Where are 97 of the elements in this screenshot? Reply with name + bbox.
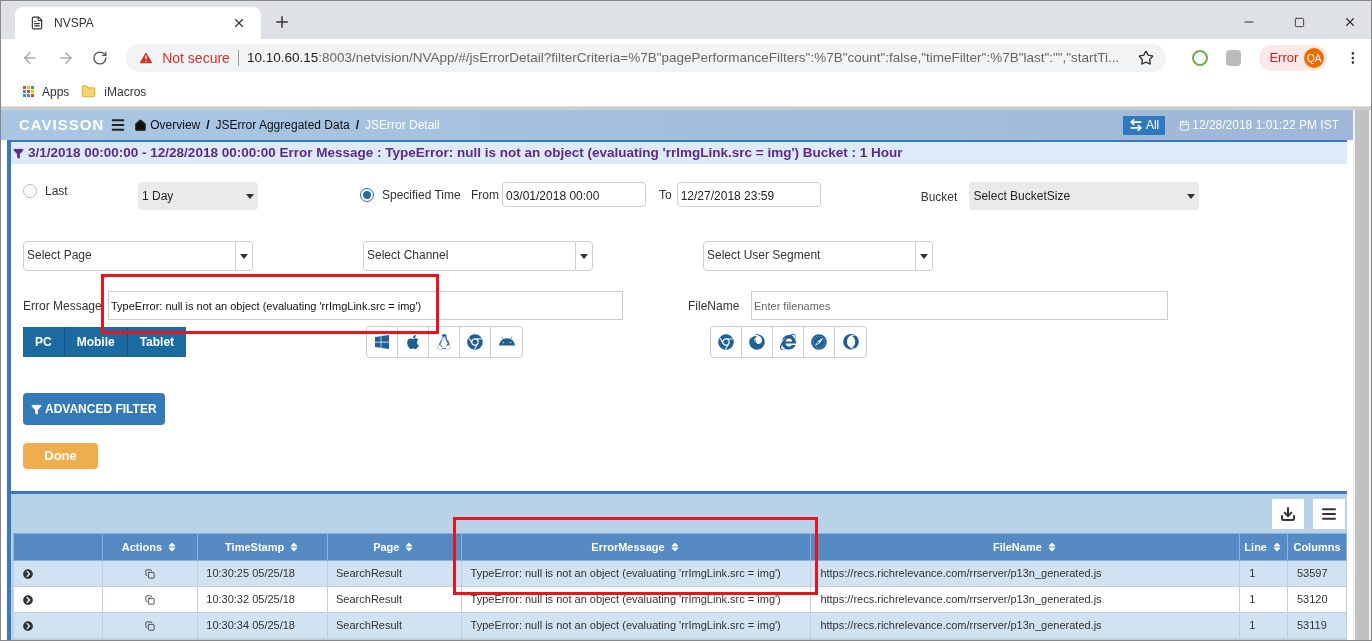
expand-row-icon[interactable] [23,594,33,605]
copy-icon[interactable] [144,621,155,632]
caret-icon [246,193,254,199]
address-bar[interactable]: Not secure 10.10.60.15:8003/netvision/NVApp/#/jsErrorDetail?filterCriteria=%7B"pagePerformanceFilters":%7B"count":false,"timeFilter":%7B"last":"","startTi... [126,44,1166,72]
column-header[interactable]: FileName [810,533,1240,561]
warning-icon [138,50,155,66]
bucket-label: Bucket [920,189,958,206]
url-text: 10.10.60.15:8003/netvision/NVApp/#/jsErrorDetail?filterCriteria=%7B"pagePerformanceFilters":%7B"count":false,"timeFilter":%7B"last":"","startTi... [246,48,1121,67]
table-cell: SearchResult [336,567,403,580]
table-cell: https://recs.richrelevance.com/rrserver/p13n_generated.js [820,567,1102,580]
duration-select[interactable]: 1 Day [138,182,258,210]
filename-label: FileName [688,297,741,315]
breadcrumb-separator: / [206,117,210,134]
reload-icon[interactable] [92,50,109,66]
close-window-icon[interactable] [1343,15,1357,29]
select-value: Select Page [26,247,93,264]
table-cell: 10:30:25 05/25/18 [206,567,295,580]
column-header[interactable]: Columns [1287,533,1347,561]
caret-icon [920,253,928,259]
bucket-select[interactable]: Select BucketSize [969,182,1200,210]
select-dropdown[interactable]: Select User Segment [703,241,933,271]
expand-row-icon[interactable] [23,568,33,579]
from-label: From [471,187,499,204]
table-cell: 1 [1249,567,1256,580]
from-date-field[interactable]: 03/01/2018 00:00 [502,182,646,207]
to-date-field[interactable]: 12/27/2018 23:59 [676,182,821,207]
column-header[interactable]: ErrorMessage [461,533,811,561]
expand-row-icon[interactable] [23,620,33,631]
table-cell: TypeError: null is not an object (evaluating 'rrImgLink.src = img') [470,567,781,580]
column-header[interactable]: Line [1239,533,1288,561]
select-dropdown[interactable]: Select Page [23,241,253,271]
device-tab[interactable]: PC [23,327,65,357]
logo: CAVISSON [19,114,105,135]
folder-icon [81,84,97,99]
security-label: Not secure [162,48,230,68]
all-button[interactable]: All [1122,115,1166,135]
table-cell: 10:30:34 05/25/18 [206,619,295,632]
column-header[interactable]: TimeStamp [197,533,328,561]
bookmark[interactable]: iMacros [81,82,147,101]
home-icon[interactable] [134,118,148,132]
table-cell: SearchResult [336,593,403,606]
table-cell: 53597 [1297,567,1328,580]
menu-icon [1321,506,1337,522]
maximize-icon[interactable] [1294,16,1305,28]
filename-field[interactable]: Enter filenames [751,291,1168,320]
date-time: 12/28/2018 1:01:22 PM IST [1192,117,1339,134]
select-value: Select Channel [366,247,450,264]
bookmark-star-icon[interactable] [1137,50,1154,66]
breadcrumb-link[interactable]: Overview [150,116,201,134]
breadcrumb-link[interactable]: JSError Aggregated Data [215,116,350,134]
error-message-field[interactable]: TypeError: null is not an object (evaluating 'rrImgLink.src = img') [108,291,623,320]
filter-summary: 3/1/2018 00:00:00 - 12/28/2018 00:00:00 Error Message : TypeError: null is not an object (evaluating 'rrImgLink.src = img') Bucket : 1 Hour [11,140,1347,164]
download-icon [1280,506,1296,522]
table-cell: TypeError: null is not an object (evaluating 'rrImgLink.src = img') [470,619,781,632]
calendar-icon [1179,119,1191,131]
table-cell: SearchResult [336,619,403,632]
sort-icon[interactable] [1271,541,1283,553]
profile-button[interactable]: Error QA [1259,45,1328,71]
table-cell: https://recs.richrelevance.com/rrserver/p13n_generated.js [820,619,1102,632]
table-cell: https://recs.richrelevance.com/rrserver/p13n_generated.js [820,593,1102,606]
extension-icon[interactable] [1191,50,1208,66]
bookmark[interactable]: Apps [23,82,70,101]
swap-arrows-icon [1128,118,1143,132]
column-header[interactable]: Actions [102,533,198,561]
table-cell: TypeError: null is not an object (evaluating 'rrImgLink.src = img') [470,593,781,606]
new-tab-icon[interactable] [273,13,291,31]
table-cell: 53119 [1297,619,1327,632]
browser-tab[interactable]: NVSPA [15,7,261,39]
menu-icon[interactable] [110,117,127,133]
close-icon[interactable] [232,16,246,30]
select-value: Select User Segment [706,247,822,264]
tab-title: NVSPA [54,15,95,32]
copy-icon[interactable] [144,595,155,606]
time-radio[interactable]: Last [23,182,138,200]
table-cell: 1 [1249,619,1256,632]
select-dropdown[interactable]: Select Channel [363,241,593,271]
caret-icon [1187,193,1196,199]
download-button[interactable] [1272,499,1304,529]
copy-icon[interactable] [144,569,155,580]
caret-icon [580,253,588,259]
apps-grid-icon [23,86,34,97]
scrollbar[interactable] [1353,110,1371,640]
breadcrumb-separator: / [355,117,359,134]
table-cell: 1 [1249,593,1256,606]
filter-icon [13,147,24,159]
column-header[interactable]: Page [327,533,462,561]
to-label: To [659,187,672,204]
filter-icon [31,403,42,415]
device-tab[interactable]: Mobile [64,327,128,357]
time-radio[interactable]: Specified Time [360,186,468,204]
error-message-label: Error Message [23,297,103,315]
caret-icon [240,253,248,259]
table-cell: 10:30:32 05/25/18 [206,593,295,606]
column-list-button[interactable] [1313,499,1345,529]
advanced-filter-button[interactable]: ADVANCED FILTER [23,393,165,425]
page-icon [30,16,44,30]
table-cell: 53120 [1297,593,1328,606]
